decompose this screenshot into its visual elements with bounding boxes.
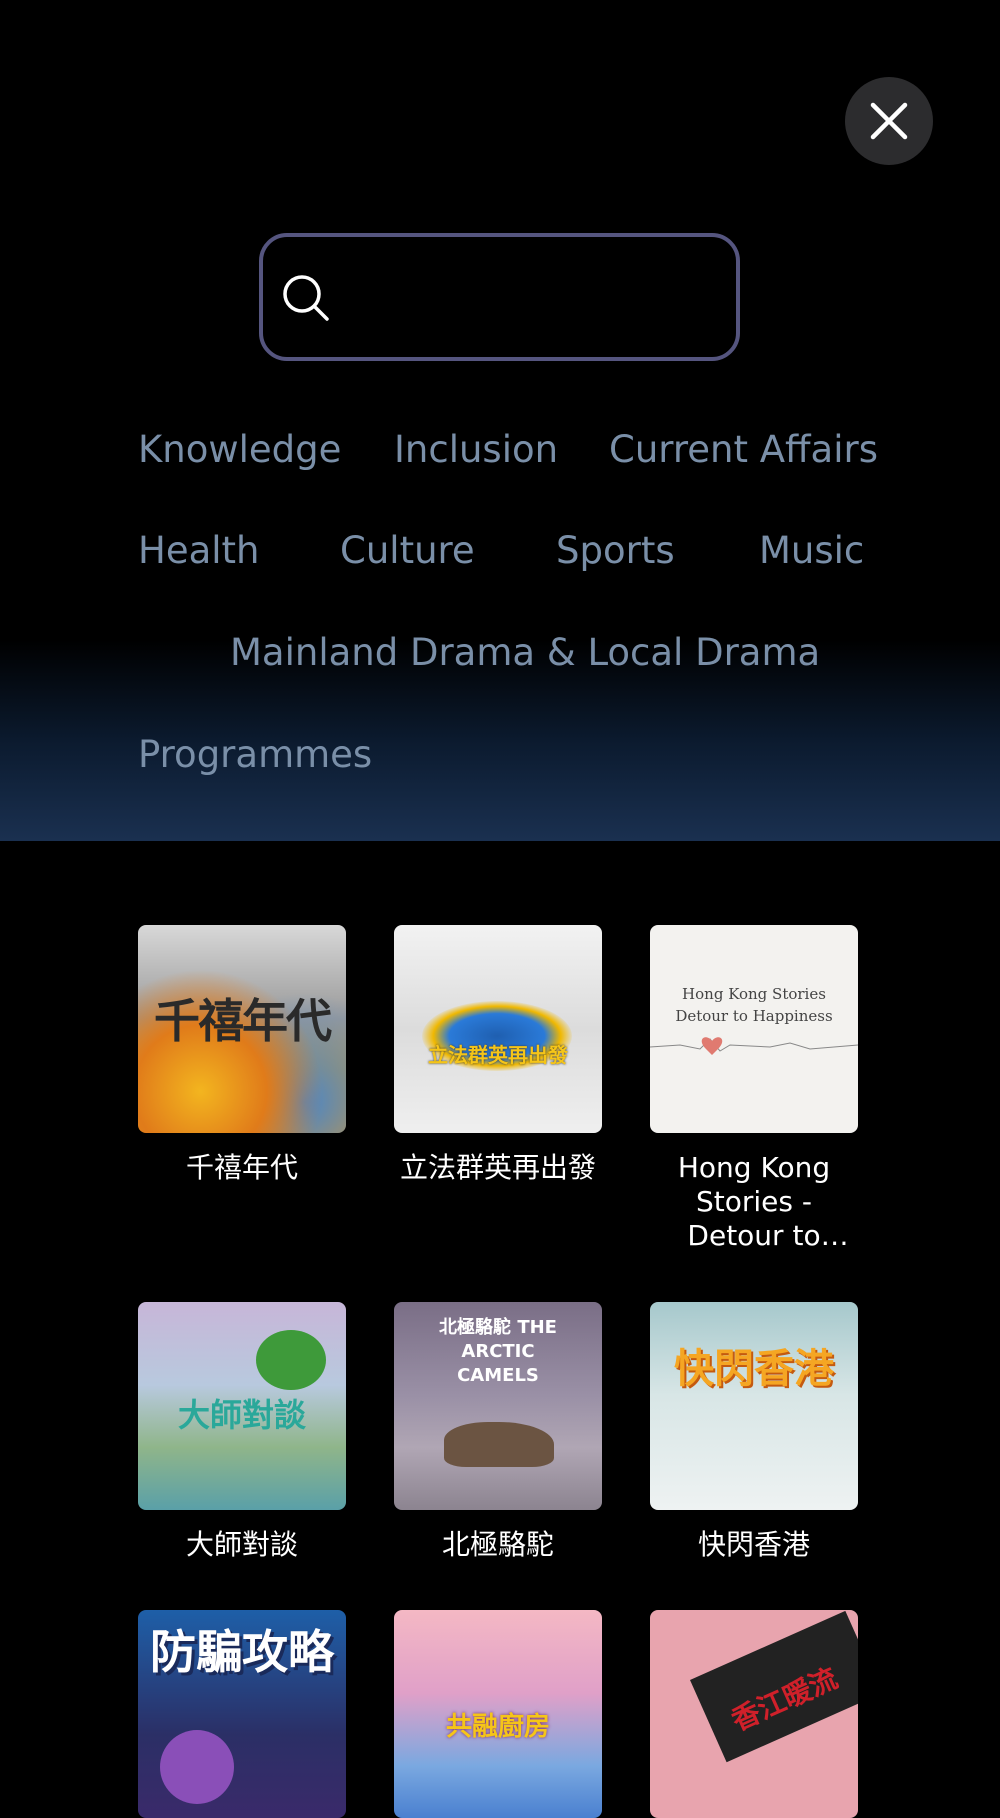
programme-thumbnail: 共融廚房 bbox=[394, 1610, 602, 1818]
programme-thumbnail: 香江暖流 bbox=[650, 1610, 858, 1818]
thumbnail-logo: 立法群英再出發 bbox=[428, 1043, 568, 1067]
programme-title: Hong Kong Stories - Detour to Happiness bbox=[677, 1151, 831, 1252]
programme-tile[interactable]: 防騙攻略 bbox=[138, 1610, 346, 1818]
thumbnail-logo: 千禧年代 bbox=[154, 994, 332, 1048]
programme-thumbnail: 立法群英再出發 bbox=[394, 925, 602, 1133]
search-icon bbox=[283, 275, 329, 321]
thumbnail-logo: Hong Kong Stories Detour to Happiness bbox=[675, 985, 833, 1025]
programme-thumbnail: 快閃香港 bbox=[650, 1302, 858, 1510]
thumbnail-logo: 快閃香港 bbox=[674, 1346, 834, 1392]
category-inclusion[interactable]: Inclusion bbox=[394, 431, 558, 468]
programme-thumbnail: 大師對談 bbox=[138, 1302, 346, 1510]
programme-tile[interactable]: 共融廚房 bbox=[394, 1610, 602, 1818]
category-culture[interactable]: Culture bbox=[340, 532, 475, 569]
category-current-affairs[interactable]: Current Affairs bbox=[609, 431, 878, 468]
heartline-graphic bbox=[650, 1037, 858, 1055]
mascot-graphic bbox=[160, 1730, 234, 1804]
thumbnail-logo: 北極駱駝 THE ARCTIC CAMELS bbox=[439, 1317, 557, 1386]
category-knowledge[interactable]: Knowledge bbox=[138, 431, 341, 468]
search-box[interactable] bbox=[259, 233, 740, 361]
programme-title: 立法群英再出發 bbox=[399, 1151, 596, 1184]
camel-graphic bbox=[444, 1422, 554, 1467]
programme-tile[interactable]: 立法群英再出發 立法群英再出發 bbox=[394, 925, 602, 1185]
programme-thumbnail: 千禧年代 bbox=[138, 925, 346, 1133]
close-button[interactable] bbox=[845, 77, 933, 165]
programme-tile[interactable]: Hong Kong Stories Detour to Happiness Ho… bbox=[650, 925, 858, 1253]
category-mainland-drama[interactable]: Mainland Drama & Local Drama bbox=[230, 634, 820, 671]
programme-thumbnail: Hong Kong Stories Detour to Happiness bbox=[650, 925, 858, 1133]
thumbnail-logo: 共融廚房 bbox=[445, 1712, 550, 1742]
programme-tile[interactable]: 千禧年代 千禧年代 bbox=[138, 925, 346, 1185]
programme-thumbnail: 北極駱駝 THE ARCTIC CAMELS bbox=[394, 1302, 602, 1510]
close-icon bbox=[870, 102, 908, 140]
programme-title: 大師對談 bbox=[185, 1528, 298, 1561]
search-input[interactable] bbox=[353, 267, 717, 329]
programme-title: 快閃香港 bbox=[697, 1528, 810, 1561]
category-sports[interactable]: Sports bbox=[556, 532, 675, 569]
thumbnail-logo: 防騙攻略 bbox=[150, 1625, 334, 1679]
category-music[interactable]: Music bbox=[759, 532, 864, 569]
programme-tile[interactable]: 香江暖流 bbox=[650, 1610, 858, 1818]
programme-title: 北極駱駝 bbox=[441, 1528, 554, 1561]
programme-tile[interactable]: 快閃香港 快閃香港 bbox=[650, 1302, 858, 1562]
category-health[interactable]: Health bbox=[138, 532, 260, 569]
tree-graphic bbox=[256, 1330, 326, 1390]
programme-tile[interactable]: 大師對談 大師對談 bbox=[138, 1302, 346, 1562]
thumbnail-logo: 大師對談 bbox=[177, 1396, 306, 1434]
programme-title: 千禧年代 bbox=[185, 1151, 298, 1184]
programme-thumbnail: 防騙攻略 bbox=[138, 1610, 346, 1818]
section-title: Programmes bbox=[138, 733, 373, 776]
programme-tile[interactable]: 北極駱駝 THE ARCTIC CAMELS 北極駱駝 bbox=[394, 1302, 602, 1562]
